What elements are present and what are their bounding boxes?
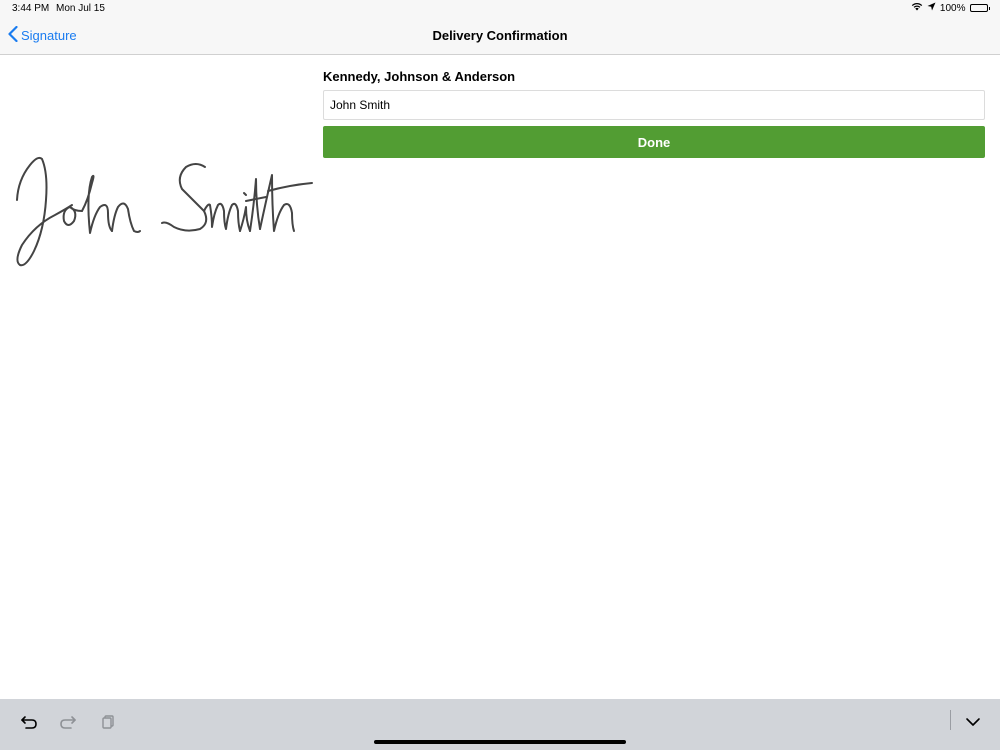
signature-drawing xyxy=(16,156,313,267)
dismiss-keyboard-icon[interactable] xyxy=(962,711,984,733)
status-time: 3:44 PM xyxy=(12,3,50,14)
paste-icon[interactable] xyxy=(97,711,119,733)
signer-name-input[interactable] xyxy=(323,90,985,120)
battery-icon xyxy=(969,4,990,12)
status-bar: 3:44 PM Mon Jul 15 100% xyxy=(0,0,1000,18)
navigation-bar: Signature Delivery Confirmation xyxy=(0,18,1000,55)
redo-icon[interactable] xyxy=(57,711,79,733)
battery-percentage: 100% xyxy=(939,2,966,14)
undo-icon[interactable] xyxy=(18,711,40,733)
status-date: Mon Jul 15 xyxy=(56,3,105,14)
home-indicator xyxy=(374,740,626,744)
page-title: Delivery Confirmation xyxy=(432,28,568,43)
toolbar-divider xyxy=(950,710,951,730)
company-name: Kennedy, Johnson & Anderson xyxy=(323,69,516,84)
done-button[interactable]: Done xyxy=(323,126,985,158)
location-arrow-icon xyxy=(927,2,936,14)
status-indicators: 100% xyxy=(911,2,990,14)
wifi-icon xyxy=(911,2,923,14)
signature-pad[interactable] xyxy=(0,55,316,355)
